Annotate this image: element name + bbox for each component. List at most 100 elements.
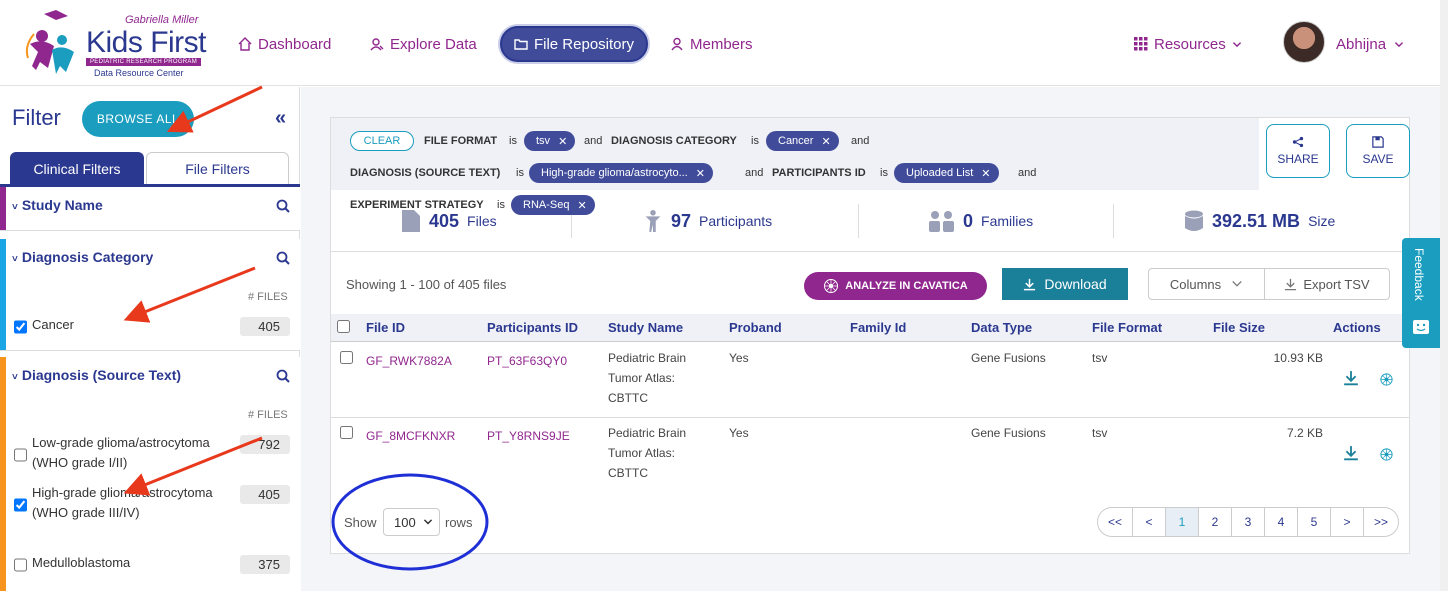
stat-participants-count: 97	[671, 210, 692, 231]
page-next-button[interactable]: >	[1330, 507, 1364, 537]
col-file-size[interactable]: File Size	[1213, 320, 1265, 335]
export-tsv-button[interactable]: Export TSV	[1264, 268, 1390, 300]
avatar[interactable]	[1283, 21, 1325, 63]
checkbox[interactable]	[14, 557, 27, 573]
collapse-sidebar-icon[interactable]: «	[275, 107, 286, 130]
col-study-name[interactable]: Study Name	[608, 320, 683, 335]
chevron-down-icon	[1232, 42, 1241, 48]
query-is: is	[497, 199, 505, 211]
checkbox[interactable]	[14, 487, 27, 523]
option-medulloblastoma[interactable]: Medulloblastoma	[14, 553, 130, 573]
divider	[858, 204, 859, 238]
query-chip-participants[interactable]: Uploaded List ✕	[894, 163, 999, 183]
nav-dashboard[interactable]: Dashboard	[228, 26, 341, 62]
page-last-button[interactable]: >>	[1363, 507, 1399, 537]
close-icon[interactable]: ✕	[577, 199, 586, 212]
kids-first-logo[interactable]: Gabriella Miller Kids First PEDIATRIC RE…	[22, 8, 212, 80]
close-icon[interactable]: ✕	[821, 135, 830, 148]
section-title[interactable]: ˅ Diagnosis (Source Text)	[12, 367, 181, 383]
nav-members[interactable]: Members	[660, 26, 763, 62]
tab-clinical-filters[interactable]: Clinical Filters	[10, 152, 144, 184]
search-icon[interactable]	[276, 251, 290, 265]
cavatica-icon[interactable]	[1379, 447, 1394, 462]
page-4-button[interactable]: 4	[1264, 507, 1298, 537]
participant-id-link[interactable]: PT_63F63QY0	[487, 351, 567, 371]
filter-section-diagnosis-source-text: ˅ Diagnosis (Source Text) # FILES Low-gra…	[0, 357, 300, 591]
close-icon[interactable]: ✕	[981, 167, 990, 180]
brand-sub: Data Resource Center	[94, 68, 184, 78]
participant-id-link[interactable]: PT_Y8RNS9JE	[487, 426, 570, 446]
nav-resources[interactable]: Resources	[1124, 26, 1252, 62]
columns-dropdown[interactable]: Columns	[1148, 268, 1265, 300]
close-icon[interactable]: ✕	[558, 135, 567, 148]
page-3-button[interactable]: 3	[1231, 507, 1265, 537]
page-2-button[interactable]: 2	[1198, 507, 1232, 537]
filter-section-study-name[interactable]: ˅ Study Name	[0, 187, 300, 231]
chevron-down-icon	[1394, 42, 1404, 48]
query-field-diagnosis-source: DIAGNOSIS (SOURCE TEXT)	[350, 167, 501, 179]
row-checkbox[interactable]	[340, 426, 353, 439]
page-5-button[interactable]: 5	[1297, 507, 1331, 537]
table-row: GF_8MCFKNXR PT_Y8RNS9JE Pediatric Brain T…	[331, 418, 1409, 493]
smiley-icon	[1413, 320, 1429, 334]
files-count-header: # FILES	[248, 291, 288, 303]
study-line: Tumor Atlas:	[608, 371, 675, 385]
option-high-grade-glioma[interactable]: High-grade glioma/astrocytoma (WHO grade…	[14, 483, 214, 523]
select-all-checkbox[interactable]	[337, 320, 350, 333]
page-prev-button[interactable]: <	[1132, 507, 1166, 537]
stat-participants-label: Participants	[699, 213, 773, 229]
checkbox[interactable]	[14, 319, 27, 335]
nav-repository-label: File Repository	[533, 35, 635, 53]
analyze-in-cavatica-button[interactable]: ANALYZE IN CAVATICA	[804, 272, 987, 300]
query-chip-file-format[interactable]: tsv ✕	[524, 131, 576, 151]
save-button[interactable]: SAVE	[1346, 124, 1410, 178]
file-id-link[interactable]: GF_RWK7882A	[366, 351, 452, 371]
checkbox[interactable]	[14, 437, 27, 473]
col-proband[interactable]: Proband	[729, 320, 782, 335]
nav-file-repository[interactable]: File Repository	[500, 26, 648, 62]
download-icon[interactable]	[1343, 445, 1359, 461]
study-name-cell: Pediatric Brain Tumor Atlas: CBTTC	[608, 348, 686, 408]
user-menu[interactable]: Abhijna	[1336, 26, 1404, 62]
page-first-button[interactable]: <<	[1097, 507, 1133, 537]
file-id-link[interactable]: GF_8MCFKNXR	[366, 426, 455, 446]
proband-cell: Yes	[729, 351, 749, 365]
col-file-format[interactable]: File Format	[1092, 320, 1162, 335]
tab-file-filters[interactable]: File Filters	[146, 152, 289, 184]
section-title[interactable]: ˅ Diagnosis Category	[12, 249, 153, 265]
col-file-id[interactable]: File ID	[366, 320, 405, 335]
page-scrollbar[interactable]	[1440, 0, 1448, 591]
col-data-type[interactable]: Data Type	[971, 320, 1032, 335]
query-chip-diagnosis-category[interactable]: Cancer ✕	[766, 131, 839, 151]
query-chip-experiment-strategy[interactable]: RNA-Seq ✕	[511, 195, 595, 215]
stat-families: 0 Families	[929, 190, 1033, 252]
export-icon	[1285, 278, 1297, 290]
share-button[interactable]: SHARE	[1266, 124, 1330, 178]
option-low-grade-glioma[interactable]: Low-grade glioma/astrocytoma (WHO grade …	[14, 433, 239, 473]
download-button[interactable]: Download	[1002, 268, 1128, 300]
row-checkbox[interactable]	[340, 351, 353, 364]
query-chip-diagnosis-source[interactable]: High-grade glioma/astrocyto... ✕	[529, 163, 713, 183]
nav-explore-data[interactable]: Explore Data	[360, 26, 487, 62]
query-is: is	[509, 135, 517, 147]
section-title: ˅ Study Name	[12, 197, 103, 213]
download-icon[interactable]	[1343, 370, 1359, 386]
section-color-bar	[0, 239, 6, 350]
stat-size-label: Size	[1308, 213, 1336, 229]
search-icon[interactable]	[276, 369, 290, 383]
browse-all-button[interactable]: BROWSE ALL	[82, 101, 194, 137]
stat-families-count: 0	[963, 210, 974, 231]
rows-per-page-value: 100	[394, 514, 416, 530]
option-cancer[interactable]: Cancer	[14, 315, 74, 335]
rows-per-page-select[interactable]: 100	[383, 508, 440, 536]
study-line: Pediatric Brain	[608, 351, 687, 365]
query-and: and	[851, 135, 870, 147]
close-icon[interactable]: ✕	[696, 167, 705, 180]
page-1-button[interactable]: 1	[1165, 507, 1199, 537]
col-family-id[interactable]: Family Id	[850, 320, 906, 335]
cavatica-icon[interactable]	[1379, 372, 1394, 387]
col-participants-id[interactable]: Participants ID	[487, 320, 578, 335]
search-icon[interactable]	[276, 199, 290, 213]
clear-query-button[interactable]: CLEAR	[350, 131, 414, 151]
feedback-tab[interactable]: Feedback	[1402, 238, 1440, 348]
